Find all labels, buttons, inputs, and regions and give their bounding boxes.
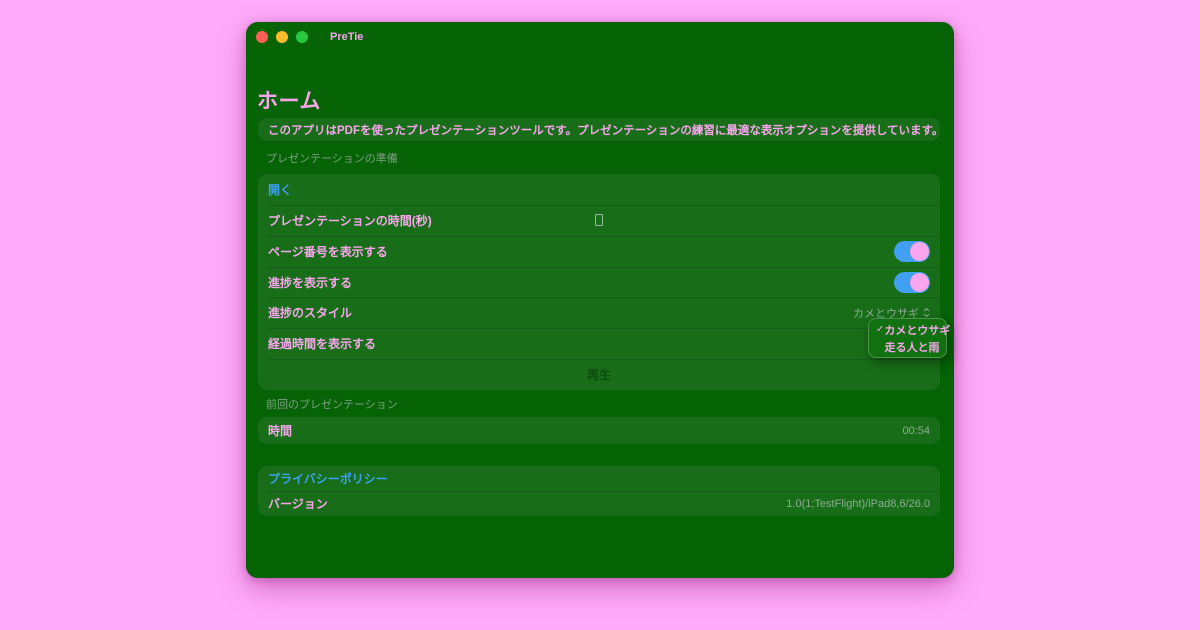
section-header-last-presentation: 前回のプレゼンテーション — [266, 396, 398, 412]
app-window: PreTie ホーム このアプリはPDFを使ったプレゼンテーションツールです。プ… — [246, 22, 954, 578]
zoom-button[interactable] — [296, 31, 308, 43]
menu-item-kame-usagi[interactable]: ✓ カメとウサギ — [869, 321, 946, 338]
close-button[interactable] — [256, 31, 268, 43]
progress-row: 進捗を表示する — [258, 267, 940, 298]
version-row: バージョン 1.0(1;TestFlight)/iPad8,6/26.0 — [258, 491, 940, 516]
duration-label: プレゼンテーションの時間(秒) — [268, 212, 432, 229]
progress-toggle[interactable] — [894, 272, 930, 293]
time-label: 時間 — [268, 422, 292, 439]
version-label: バージョン — [268, 495, 328, 512]
elapsed-time-label: 経過時間を表示する — [268, 335, 376, 352]
preparation-card: 開く プレゼンテーションの時間(秒) ページ番号を表示する 進捗を表示する 進捗… — [258, 174, 940, 390]
elapsed-time-row: 経過時間を表示する — [258, 328, 940, 359]
play-button[interactable]: 再生 — [587, 366, 611, 383]
open-row[interactable]: 開く — [258, 174, 940, 205]
version-value: 1.0(1;TestFlight)/iPad8,6/26.0 — [786, 498, 930, 510]
menu-item-hashiru-hito[interactable]: 走る人と雨 — [869, 338, 946, 355]
page-number-label: ページ番号を表示する — [268, 243, 388, 260]
duration-field[interactable] — [595, 214, 603, 226]
toggle-knob — [910, 273, 929, 292]
toggle-knob — [910, 242, 929, 261]
about-card: プライバシーポリシー バージョン 1.0(1;TestFlight)/iPad8… — [258, 466, 940, 516]
time-value: 00:54 — [902, 425, 930, 437]
progress-style-label: 進捗のスタイル — [268, 304, 352, 321]
privacy-policy-link[interactable]: プライバシーポリシー — [268, 470, 388, 487]
window-title: PreTie — [330, 31, 363, 43]
last-time-card: 時間 00:54 — [258, 417, 940, 444]
section-header-preparation: プレゼンテーションの準備 — [266, 150, 398, 166]
play-row: 再生 — [258, 359, 940, 390]
description-card: このアプリはPDFを使ったプレゼンテーションツールです。プレゼンテーションの練習… — [258, 118, 940, 141]
page-title: ホーム — [257, 85, 321, 115]
checkmark-icon: ✓ — [876, 324, 884, 335]
page-number-toggle[interactable] — [894, 241, 930, 262]
chevron-up-down-icon — [923, 307, 930, 318]
app-description: このアプリはPDFを使ったプレゼンテーションツールです。プレゼンテーションの練習… — [268, 122, 943, 138]
page-number-row: ページ番号を表示する — [258, 236, 940, 267]
menu-item-label: 走る人と雨 — [885, 339, 940, 355]
progress-style-menu: ✓ カメとウサギ 走る人と雨 — [868, 318, 947, 358]
title-bar: PreTie — [246, 22, 954, 52]
traffic-lights — [246, 31, 308, 43]
privacy-policy-row[interactable]: プライバシーポリシー — [258, 466, 940, 491]
progress-label: 進捗を表示する — [268, 274, 352, 291]
menu-item-label: カメとウサギ — [884, 322, 950, 338]
duration-row: プレゼンテーションの時間(秒) — [258, 205, 940, 236]
open-link[interactable]: 開く — [268, 181, 292, 198]
minimize-button[interactable] — [276, 31, 288, 43]
progress-style-row: 進捗のスタイル カメとウサギ — [258, 297, 940, 328]
